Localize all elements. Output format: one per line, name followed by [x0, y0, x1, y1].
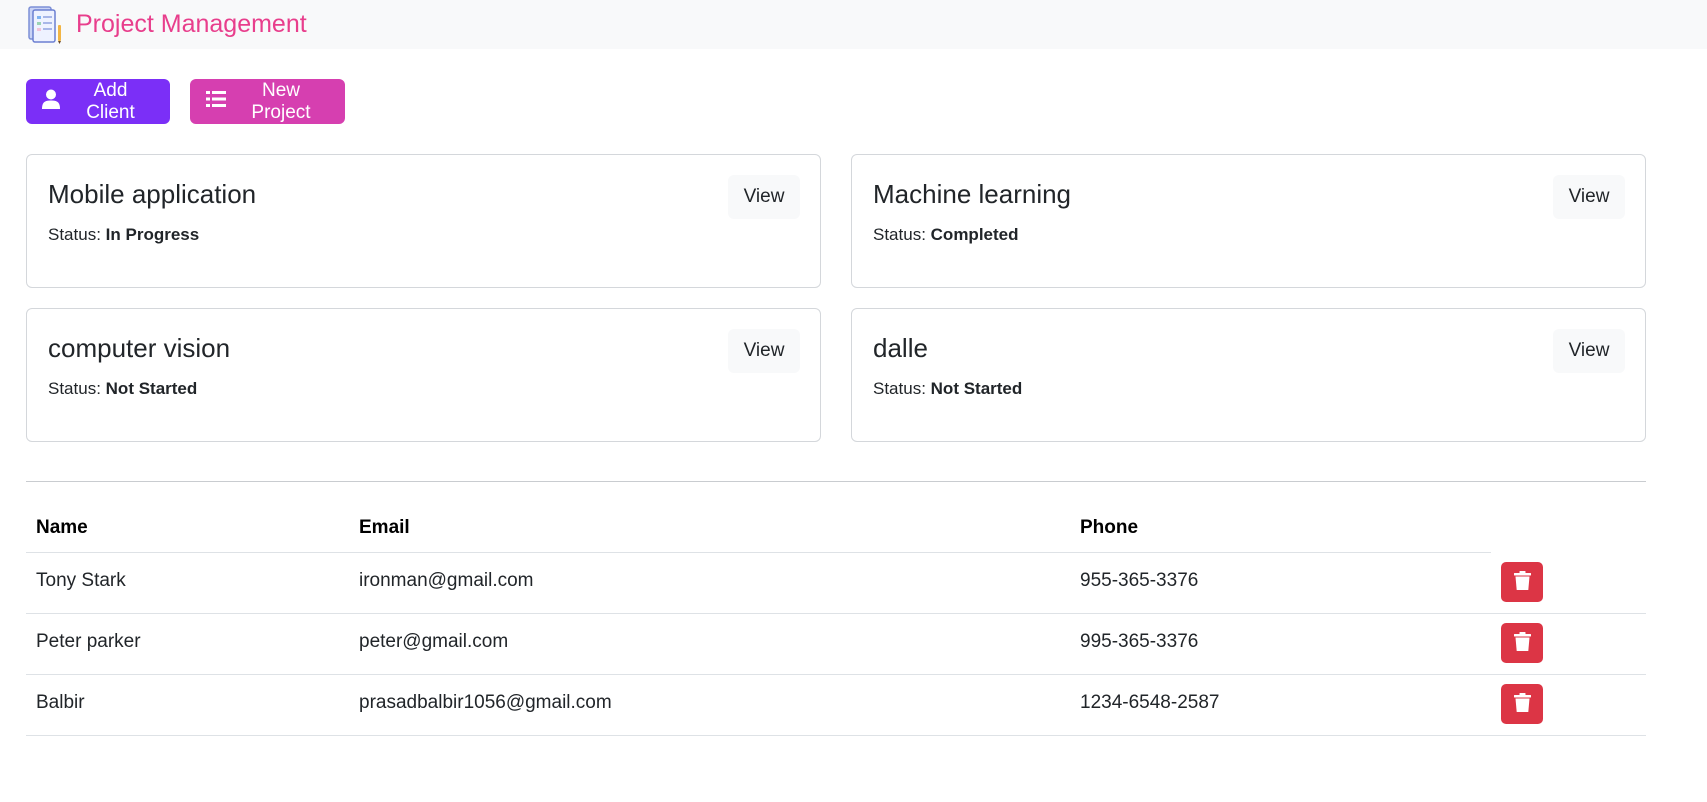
client-name: Balbir — [36, 692, 85, 713]
project-card: Machine learning Status: Completed View — [851, 154, 1646, 288]
project-status: Status: Completed — [873, 225, 1019, 245]
client-email: prasadbalbir1056@gmail.com — [359, 692, 612, 713]
project-card: computer vision Status: Not Started View — [26, 308, 821, 442]
action-buttons: Add Client New Project — [26, 79, 345, 124]
table-row: Balbir prasadbalbir1056@gmail.com 1234-6… — [26, 675, 1646, 736]
delete-client-button[interactable] — [1501, 684, 1543, 724]
header-email: Email — [359, 517, 410, 538]
project-card: dalle Status: Not Started View — [851, 308, 1646, 442]
clients-table: Name Email Phone Tony Stark ironman@gmai… — [26, 503, 1646, 736]
table-row: Tony Stark ironman@gmail.com 955-365-337… — [26, 553, 1646, 614]
trash-icon — [1513, 693, 1531, 715]
client-name: Tony Stark — [36, 570, 126, 591]
client-name: Peter parker — [36, 631, 141, 652]
status-label: Status: — [48, 225, 101, 244]
project-name: computer vision — [48, 333, 231, 363]
app-title[interactable]: Project Management — [76, 12, 307, 37]
project-name: Mobile application — [48, 179, 257, 209]
view-project-button[interactable]: View — [728, 175, 800, 219]
status-value: Not Started — [930, 379, 1023, 398]
status-label: Status: — [873, 379, 926, 398]
trash-icon — [1513, 571, 1531, 593]
clipboard-logo-icon[interactable] — [25, 5, 65, 45]
client-email: peter@gmail.com — [359, 631, 509, 652]
status-value: Completed — [930, 225, 1019, 244]
view-project-button[interactable]: View — [1553, 175, 1625, 219]
add-client-button[interactable]: Add Client — [26, 79, 170, 124]
status-value: In Progress — [105, 225, 200, 244]
project-status: Status: In Progress — [48, 225, 199, 245]
status-value: Not Started — [105, 379, 198, 398]
client-phone: 955-365-3376 — [1080, 570, 1199, 591]
section-divider — [26, 481, 1646, 482]
trash-icon — [1513, 632, 1531, 654]
project-card: Mobile application Status: In Progress V… — [26, 154, 821, 288]
new-project-button[interactable]: New Project — [190, 79, 345, 124]
delete-client-button[interactable] — [1501, 562, 1543, 602]
client-phone: 995-365-3376 — [1080, 631, 1199, 652]
project-name: Machine learning — [873, 179, 1072, 209]
table-header: Name Email Phone — [26, 503, 1646, 553]
table-row: Peter parker peter@gmail.com 995-365-337… — [26, 614, 1646, 675]
status-label: Status: — [873, 225, 926, 244]
client-email: ironman@gmail.com — [359, 570, 534, 591]
delete-client-button[interactable] — [1501, 623, 1543, 663]
add-client-label: Add Client — [86, 79, 135, 123]
user-icon — [42, 89, 60, 115]
client-phone: 1234-6548-2587 — [1080, 692, 1220, 713]
navbar: Project Management — [0, 0, 1707, 49]
view-project-button[interactable]: View — [728, 329, 800, 373]
new-project-label: New Project — [251, 79, 311, 123]
status-label: Status: — [48, 379, 101, 398]
project-status: Status: Not Started — [873, 379, 1022, 399]
view-project-button[interactable]: View — [1553, 329, 1625, 373]
project-status: Status: Not Started — [48, 379, 197, 399]
list-icon — [206, 90, 226, 114]
header-phone: Phone — [1080, 517, 1139, 538]
project-name: dalle — [873, 333, 928, 363]
header-name: Name — [36, 517, 88, 538]
